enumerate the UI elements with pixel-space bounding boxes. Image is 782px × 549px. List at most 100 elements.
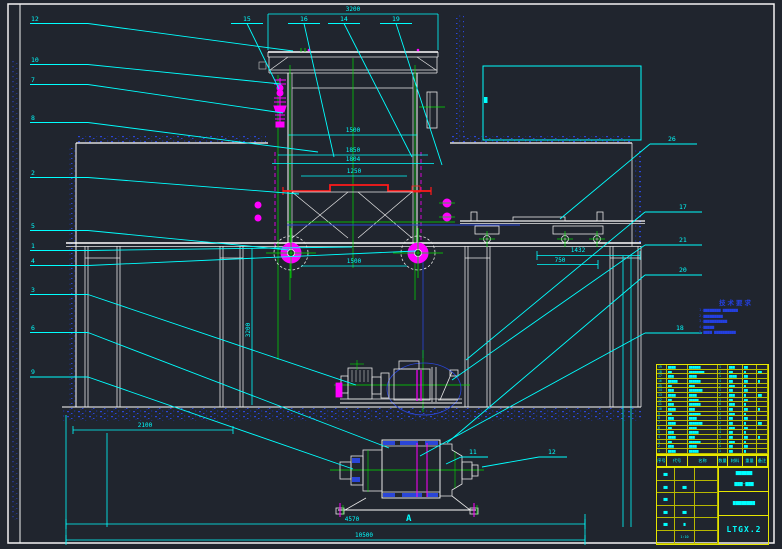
parts-table-cell: ▆▆ <box>743 407 757 411</box>
parts-table-cell: 5 <box>657 430 667 435</box>
parts-table-column-header: 材料 <box>728 456 743 466</box>
parts-table-cell: ▆▆▆▆▆▆ <box>688 365 718 369</box>
title-block-grid: ▆▆ ▆▆ ▆▆ ▆▆ ▆▆ ▆▆ ▆▆ ▆ 1:10 <box>657 468 718 544</box>
parts-table-cell: ▆▆▆▆ <box>667 435 688 439</box>
parts-table-cell <box>757 430 768 435</box>
balloon-label: 2 <box>31 169 35 177</box>
parts-table-cell: 2 <box>718 439 728 444</box>
parts-table-cell: ▆ <box>743 421 757 425</box>
balloon-label: 16 <box>300 15 308 23</box>
parts-table-cell: ▆▆▆▆▆▆ <box>688 411 718 416</box>
parts-table-cell: ▆▆ <box>667 411 688 416</box>
parts-table-cell: ▆▆ <box>728 449 743 453</box>
parts-table-header: 序号 代号 名称 数量 材料 重量 备注 <box>656 455 769 467</box>
title-block-cell <box>675 468 695 481</box>
parts-table-column-header: 名称 <box>688 456 718 466</box>
parts-table-cell: ▆▆ <box>728 388 743 393</box>
parts-table-column-header: 序号 <box>657 456 667 466</box>
parts-table-cell: 11 <box>657 402 667 407</box>
parts-table-cell: ▆▆ <box>743 416 757 421</box>
parts-table-column-header: 备注 <box>757 456 768 466</box>
title-block-cell: ▆ <box>675 518 695 531</box>
product-line1: ▆▆▆▆▆▆ <box>735 471 753 476</box>
parts-table-cell: ▆▆ <box>728 369 743 374</box>
title-block-cell <box>695 493 718 506</box>
parts-table-cell: ▆▆▆▆ <box>688 416 718 421</box>
parts-table-cell: ▆▆▆▆ <box>667 449 688 453</box>
balloon-label: 5 <box>31 222 35 230</box>
parts-table-cell: 2 <box>718 421 728 425</box>
balloon-label: 9 <box>31 368 35 376</box>
title-block-cell: ▆▆ <box>675 480 695 493</box>
parts-table-cell: ▆▆ <box>667 439 688 444</box>
parts-table-cell <box>757 383 768 388</box>
balloon-label: 7 <box>31 76 35 84</box>
parts-table-cell: ▆▆▆ <box>688 407 718 411</box>
parts-table-cell: ▆▆ <box>743 388 757 393</box>
notes-title: 技术要求 <box>719 299 753 307</box>
parts-table-cell: ▆▆ <box>728 416 743 421</box>
parts-table-column-header: 代号 <box>667 456 688 466</box>
parts-table-cell: 19 <box>657 365 667 369</box>
dim-base-width: 4570 <box>345 516 360 523</box>
parts-table-cell: ▆▆ <box>728 407 743 411</box>
parts-table-cell: ▆ <box>743 369 757 374</box>
parts-table-cell: ▆▆▆▆ <box>688 425 718 430</box>
drawing-number: LTGX.2 <box>718 516 769 544</box>
parts-table-cell: ▆▆ <box>743 425 757 430</box>
dim-column-height: 3200 <box>245 322 252 337</box>
balloon-label: 8 <box>31 114 35 122</box>
title-block-cell <box>695 468 718 481</box>
balloon-label: 11 <box>469 448 477 456</box>
parts-table-cell: ▆▆▆▆ <box>667 393 688 397</box>
parts-table-cell: ▆ <box>757 435 768 439</box>
product-line2: ▆▆▆—▆▆▆ <box>734 482 754 487</box>
hatching <box>12 14 641 520</box>
title-block-cell <box>695 531 718 544</box>
parts-table-cell: ▆▆ <box>728 444 743 449</box>
balloon-label: 26 <box>668 135 676 143</box>
parts-table-cell: ▆▆▆▆▆▆▆▆ <box>688 369 718 374</box>
parts-table-cell: ▆ <box>757 379 768 383</box>
dimension-texts: 3200 1500 1850 1804 1250 1500 1432 750 2… <box>138 6 586 539</box>
balloon-label: 17 <box>679 203 687 211</box>
parts-table-cell: ▆▆ <box>743 444 757 449</box>
balloon-label: 12 <box>31 15 39 23</box>
parts-table-cell: ▆ <box>743 430 757 435</box>
parts-table-cell: ▆ <box>743 393 757 397</box>
parts-table-cell: 1 <box>718 425 728 430</box>
parts-table-cell: 15 <box>657 383 667 388</box>
parts-table-cell: ▆▆ <box>743 397 757 402</box>
parts-table-cell <box>757 416 768 421</box>
balloon-label: 14 <box>340 15 348 23</box>
parts-table-cell <box>757 397 768 402</box>
parts-table-cell: ▆▆ <box>743 379 757 383</box>
parts-table-cell: ▆▆▆ <box>667 402 688 407</box>
parts-table-cell: 6 <box>657 425 667 430</box>
parts-table-cell: 2 <box>718 393 728 397</box>
drum-assembly-view <box>330 439 484 517</box>
main-elevation-view <box>254 48 520 360</box>
parts-table-cell: ▆▆▆▆▆▆ <box>688 379 718 383</box>
parts-table-cell: ▆▆▆ <box>688 383 718 388</box>
section-label: A <box>406 514 412 524</box>
parts-table-cell: 4 <box>718 379 728 383</box>
parts-table-cell: 1 <box>718 397 728 402</box>
parts-table-cell: ▆ <box>743 411 757 416</box>
parts-table-cell: 9 <box>657 411 667 416</box>
parts-table-cell: 8 <box>657 416 667 421</box>
parts-table-cell: ▆ <box>743 439 757 444</box>
balloon-label: 20 <box>679 266 687 274</box>
parts-table-cell: ▆▆ <box>728 397 743 402</box>
parts-table-cell: 13 <box>657 393 667 397</box>
parts-table-cell: ▆▆ <box>743 435 757 439</box>
balloon-label: 18 <box>676 324 684 332</box>
parts-table-cell: ▆▆▆ <box>728 393 743 397</box>
parts-table-cell: 3 <box>657 439 667 444</box>
crane-wheel-right <box>393 228 443 278</box>
balloon-label: 12 <box>548 448 556 456</box>
parts-table-cell: ▆▆▆ <box>728 425 743 430</box>
parts-table-cell: ▆▆▆ <box>667 430 688 435</box>
title-block-cell: 1:10 <box>675 531 695 544</box>
parts-table-cell: ▆▆▆ <box>688 435 718 439</box>
